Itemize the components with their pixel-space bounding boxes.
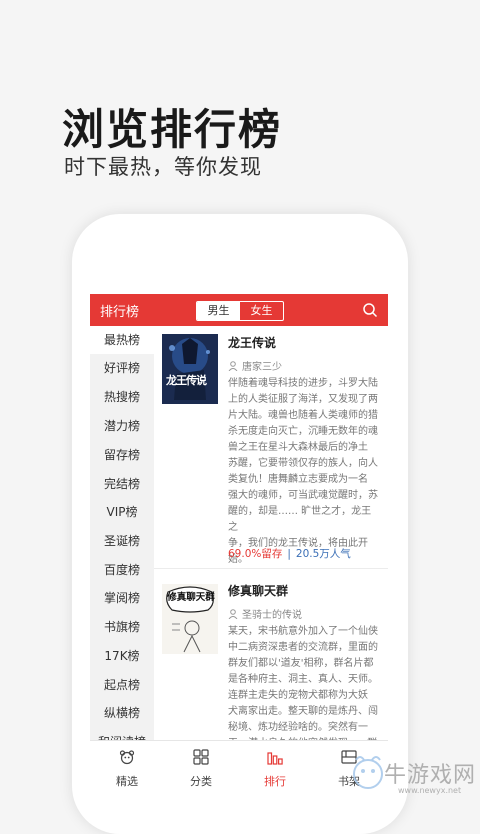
book-title: 龙王传说	[228, 336, 277, 350]
sidebar-item-christmas[interactable]: 圣诞榜	[90, 527, 154, 555]
sidebar-item-potential[interactable]: 潜力榜	[90, 412, 154, 440]
sidebar-item-praise[interactable]: 好评榜	[90, 354, 154, 382]
bar-chart-icon	[267, 752, 283, 765]
cover-title: 修真聊天群	[167, 592, 215, 603]
tab-female[interactable]: 女生	[240, 302, 283, 320]
book-author: 唐家三少	[228, 358, 282, 373]
sidebar-item-qidian[interactable]: 起点榜	[90, 671, 154, 699]
sidebar-item-search[interactable]: 热搜榜	[90, 383, 154, 411]
top-bar: 排行榜 男生 女生	[90, 294, 388, 326]
sidebar-item-baidu[interactable]: 百度榜	[90, 556, 154, 584]
author-name: 唐家三少	[242, 362, 282, 373]
tab-label: 精选	[116, 775, 138, 788]
ranking-list: 龙王传说 龙王传说 唐家三少 伴随着魂导科技的进步，斗罗大陆 上的人类征服了海洋…	[154, 326, 388, 749]
hero-subtitle: 时下最热，等你发现	[64, 155, 262, 179]
book-cover: 龙王传说	[162, 334, 218, 404]
sidebar-item-vip[interactable]: VIP榜	[90, 498, 154, 526]
tab-categories[interactable]: 分类	[164, 741, 238, 801]
grid-icon	[193, 749, 209, 765]
book-item[interactable]: 修真聊天群 修真聊天群 圣骑士的传说 某天，宋书航意外加入了一个仙侠 中二病资深…	[154, 576, 388, 756]
search-icon[interactable]	[362, 302, 378, 318]
book-stats: 69.0%留存 | 20.5万人气	[228, 546, 351, 561]
tab-label: 排行	[264, 775, 286, 788]
cover-title: 龙王传说	[166, 374, 207, 387]
book-description: 某天，宋书航意外加入了一个仙侠 中二病资深患者的交流群，里面的 群友们都以'道友…	[228, 626, 378, 749]
bottom-tab-bar: 精选 分类 排行 书架	[90, 740, 388, 801]
list-divider	[154, 568, 388, 569]
app-screen: 排行榜 男生 女生 最热榜 好评榜 热搜榜 潜力榜 留存榜 完结榜 VIP榜 圣…	[90, 294, 388, 800]
gender-toggle: 男生 女生	[196, 301, 284, 321]
tab-label: 分类	[190, 775, 212, 788]
book-author: 圣骑士的传说	[228, 606, 302, 621]
page-title: 排行榜	[100, 305, 140, 320]
sidebar-item-zhangyue[interactable]: 掌阅榜	[90, 584, 154, 612]
category-sidebar: 最热榜 好评榜 热搜榜 潜力榜 留存榜 完结榜 VIP榜 圣诞榜 百度榜 掌阅榜…	[90, 326, 154, 749]
tab-ranking[interactable]: 排行	[238, 741, 312, 801]
hero-title: 浏览排行榜	[62, 105, 283, 154]
sidebar-item-shuqi[interactable]: 书旗榜	[90, 613, 154, 641]
sidebar-item-hot[interactable]: 最热榜	[90, 326, 154, 354]
book-item[interactable]: 龙王传说 龙王传说 唐家三少 伴随着魂导科技的进步，斗罗大陆 上的人类征服了海洋…	[154, 326, 388, 566]
book-title: 修真聊天群	[228, 584, 289, 598]
bear-icon	[119, 750, 135, 765]
sidebar-item-retention[interactable]: 留存榜	[90, 441, 154, 469]
person-icon	[228, 609, 238, 619]
author-name: 圣骑士的传说	[242, 610, 302, 621]
person-icon	[228, 361, 238, 371]
sidebar-item-17k[interactable]: 17K榜	[90, 642, 154, 670]
book-description: 伴随着魂导科技的进步，斗罗大陆 上的人类征服了海洋，又发现了两 片大陆。魂兽也随…	[228, 378, 378, 565]
watermark-url: www.newyx.net	[398, 786, 462, 795]
tab-male[interactable]: 男生	[197, 302, 240, 320]
retention-stat: 69.0%留存	[228, 548, 283, 560]
watermark-text: 牛游戏网	[384, 763, 477, 788]
book-cover: 修真聊天群	[162, 584, 218, 654]
tab-featured[interactable]: 精选	[90, 741, 164, 801]
sidebar-item-zongheng[interactable]: 纵横榜	[90, 699, 154, 727]
stat-separator: |	[287, 548, 291, 560]
popularity-stat: 20.5万人气	[295, 548, 351, 560]
sidebar-item-finished[interactable]: 完结榜	[90, 470, 154, 498]
